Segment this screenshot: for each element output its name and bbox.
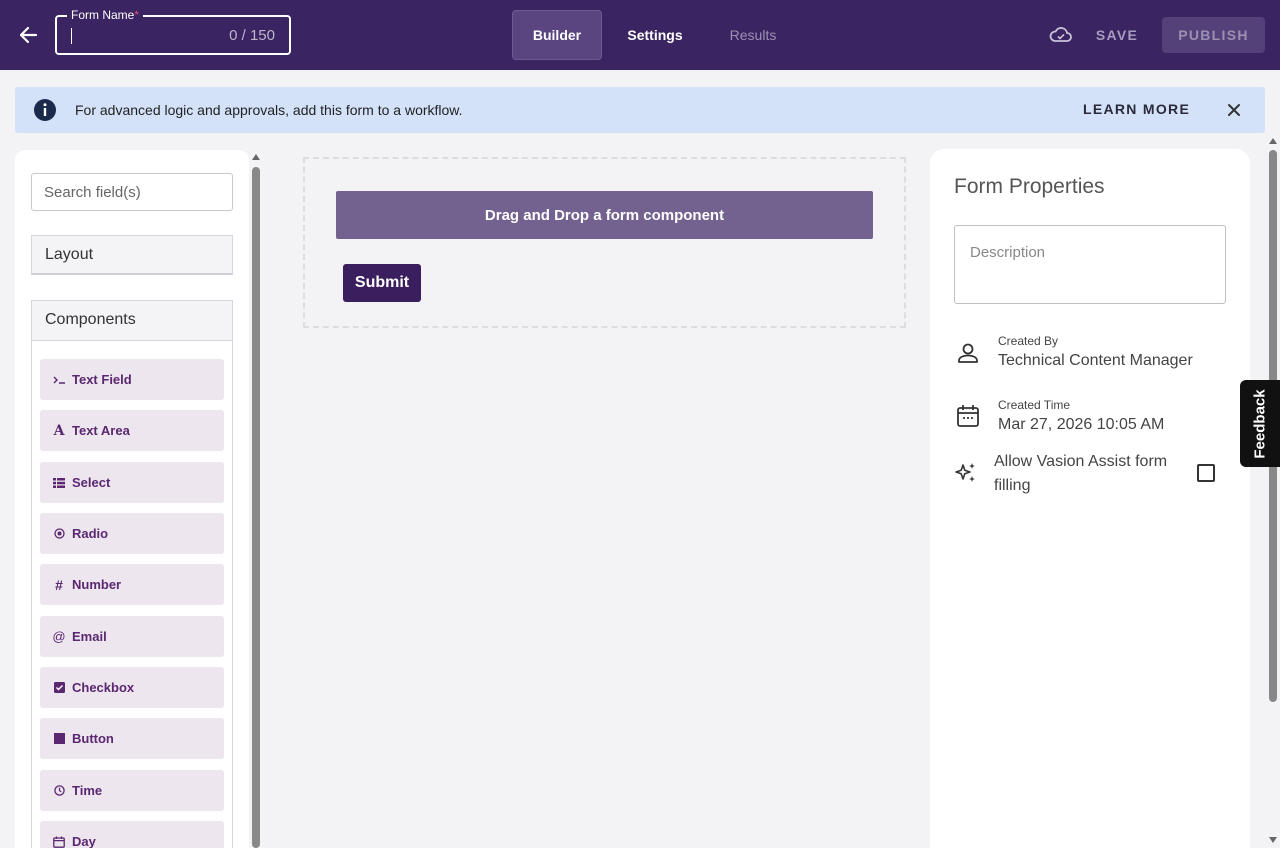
arrow-left-icon [19,26,38,44]
text-caret [71,28,72,44]
created-time-value: Mar 27, 2026 10:05 AM [998,416,1165,433]
at-icon: @ [52,629,66,644]
info-banner: For advanced logic and approvals, add th… [15,87,1265,133]
form-canvas[interactable]: Drag and Drop a form component Submit [303,157,906,328]
created-by-label: Created By [998,334,1059,348]
info-icon [34,99,56,121]
scroll-down-icon[interactable] [1269,837,1277,843]
layout-section[interactable]: Layout [31,235,233,275]
components-sidebar: Layout Components Text Field AText Area … [15,150,249,848]
clock-icon [52,785,66,796]
save-button[interactable]: SAVE [1086,20,1148,50]
sparkle-icon [955,463,975,482]
components-header[interactable]: Components [32,301,232,341]
square-icon [52,733,66,744]
form-name-label: Form Name* [67,8,144,22]
form-properties-panel: Form Properties Created By Technical Con… [930,149,1250,848]
submit-button[interactable]: Submit [343,264,421,302]
form-name-field[interactable]: Form Name* 0 / 150 [55,8,291,55]
sidebar-scrollbar[interactable] [251,150,263,848]
scrollbar-thumb[interactable] [252,167,260,848]
publish-button[interactable]: PUBLISH [1162,17,1265,53]
close-icon[interactable] [1225,101,1243,119]
tab-results[interactable]: Results [713,10,793,60]
hash-icon: # [55,576,63,593]
checkbox-icon [52,682,66,693]
calendar-icon [957,405,979,427]
terminal-icon [52,375,66,385]
page-scrollbar[interactable] [1266,133,1280,848]
tab-settings[interactable]: Settings [614,10,696,60]
back-button[interactable] [12,20,44,50]
component-checkbox[interactable]: Checkbox [40,667,224,708]
component-day[interactable]: Day [40,821,224,848]
component-radio[interactable]: Radio [40,513,224,554]
component-text-area[interactable]: A Text Area [40,410,224,451]
component-time[interactable]: Time [40,770,224,811]
component-button[interactable]: Button [40,718,224,759]
feedback-tab[interactable]: Feedback [1240,380,1280,467]
font-a-icon: A [53,422,65,439]
tab-builder[interactable]: Builder [512,10,602,60]
search-fields-input[interactable] [31,173,233,211]
component-email[interactable]: @ Email [40,616,224,657]
component-select[interactable]: Select [40,462,224,503]
person-icon [958,343,978,363]
properties-title: Form Properties [954,175,1105,198]
component-number[interactable]: # Number [40,564,224,605]
banner-message: For advanced logic and approvals, add th… [75,102,463,118]
assist-checkbox[interactable] [1197,464,1215,482]
cloud-icon[interactable] [1048,24,1074,46]
scroll-up-icon[interactable] [252,154,260,160]
list-icon [52,477,66,488]
feedback-label: Feedback [1251,388,1269,459]
assist-label: Allow Vasion Assist form filling [994,453,1168,494]
component-text-field[interactable]: Text Field [40,359,224,400]
components-section: Components Text Field A Text Area Select … [31,300,233,848]
calendar-icon [52,836,66,848]
scroll-up-icon[interactable] [1269,138,1277,144]
created-time-label: Created Time [998,398,1071,412]
description-field[interactable] [954,225,1226,304]
learn-more-link[interactable]: LEARN MORE [1083,101,1190,117]
top-bar: Form Name* 0 / 150 Builder Settings Resu… [0,0,1280,70]
drop-zone[interactable]: Drag and Drop a form component [336,191,873,239]
form-name-counter: 0 / 150 [229,27,275,44]
radio-icon [52,528,66,539]
created-by-value: Technical Content Manager [998,352,1193,369]
